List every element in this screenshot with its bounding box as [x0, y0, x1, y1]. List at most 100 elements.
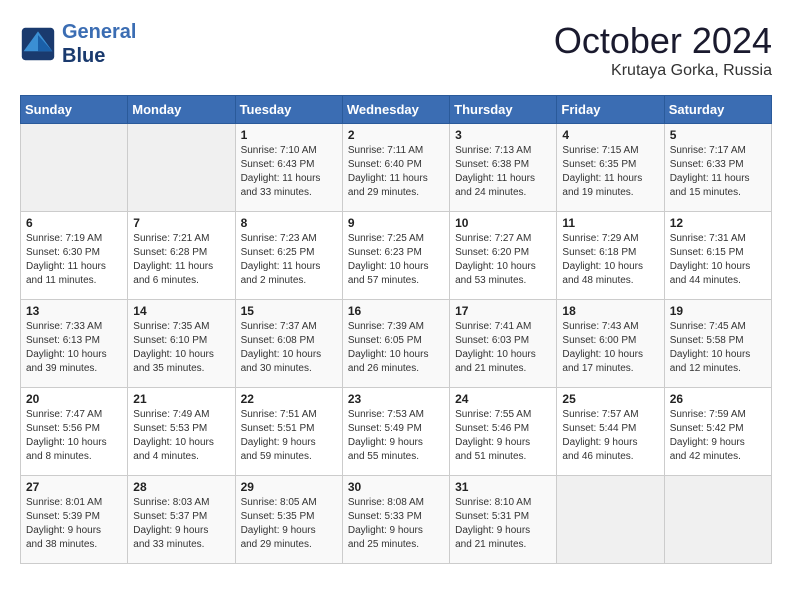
calendar-cell: 1 Sunrise: 7:10 AM Sunset: 6:43 PM Daylig…: [235, 124, 342, 212]
day-number: 15: [241, 304, 337, 318]
day-info: Sunrise: 7:45 AM Sunset: 5:58 PM Dayligh…: [670, 320, 766, 376]
calendar-cell: 13 Sunrise: 7:33 AM Sunset: 6:13 PM Dayli…: [21, 300, 128, 388]
calendar-table: SundayMondayTuesdayWednesdayThursdayFrid…: [20, 95, 772, 564]
calendar-cell: 10 Sunrise: 7:27 AM Sunset: 6:20 PM Dayli…: [450, 212, 557, 300]
day-number: 11: [562, 216, 658, 230]
day-number: 12: [670, 216, 766, 230]
weekday-header-wednesday: Wednesday: [342, 96, 449, 124]
calendar-cell: 6 Sunrise: 7:19 AM Sunset: 6:30 PM Daylig…: [21, 212, 128, 300]
calendar-cell: 11 Sunrise: 7:29 AM Sunset: 6:18 PM Dayli…: [557, 212, 664, 300]
calendar-cell: 17 Sunrise: 7:41 AM Sunset: 6:03 PM Dayli…: [450, 300, 557, 388]
weekday-header-friday: Friday: [557, 96, 664, 124]
calendar-week-row: 20 Sunrise: 7:47 AM Sunset: 5:56 PM Dayli…: [21, 388, 772, 476]
calendar-cell: 31Sunrise: 8:10 AM Sunset: 5:31 PM Dayli…: [450, 476, 557, 564]
calendar-cell: 5Sunrise: 7:17 AM Sunset: 6:33 PM Daylig…: [664, 124, 771, 212]
logo-text: General Blue: [62, 20, 136, 68]
day-info: Sunrise: 7:33 AM Sunset: 6:13 PM Dayligh…: [26, 320, 122, 376]
calendar-cell: 19 Sunrise: 7:45 AM Sunset: 5:58 PM Dayli…: [664, 300, 771, 388]
day-number: 5: [670, 128, 766, 142]
day-info: Sunrise: 8:01 AM Sunset: 5:39 PM Dayligh…: [26, 496, 122, 552]
weekday-header-saturday: Saturday: [664, 96, 771, 124]
calendar-cell: 16Sunrise: 7:39 AM Sunset: 6:05 PM Dayli…: [342, 300, 449, 388]
calendar-cell: 30Sunrise: 8:08 AM Sunset: 5:33 PM Dayli…: [342, 476, 449, 564]
day-info: Sunrise: 7:43 AM Sunset: 6:00 PM Dayligh…: [562, 320, 658, 376]
day-info: Sunrise: 7:37 AM Sunset: 6:08 PM Dayligh…: [241, 320, 337, 376]
location: Krutaya Gorka, Russia: [554, 62, 772, 80]
day-info: Sunrise: 7:19 AM Sunset: 6:30 PM Dayligh…: [26, 232, 122, 288]
day-number: 10: [455, 216, 551, 230]
day-info: Sunrise: 7:15 AM Sunset: 6:35 PM Dayligh…: [562, 144, 658, 200]
calendar-cell: 21 Sunrise: 7:49 AM Sunset: 5:53 PM Dayli…: [128, 388, 235, 476]
day-info: Sunrise: 7:49 AM Sunset: 5:53 PM Dayligh…: [133, 408, 229, 464]
day-info: Sunrise: 7:59 AM Sunset: 5:42 PM Dayligh…: [670, 408, 766, 464]
day-number: 4: [562, 128, 658, 142]
weekday-header-sunday: Sunday: [21, 96, 128, 124]
calendar-cell: 3 Sunrise: 7:13 AM Sunset: 6:38 PM Daylig…: [450, 124, 557, 212]
day-info: Sunrise: 7:10 AM Sunset: 6:43 PM Dayligh…: [241, 144, 337, 200]
day-info: Sunrise: 7:55 AM Sunset: 5:46 PM Dayligh…: [455, 408, 551, 464]
day-number: 9: [348, 216, 444, 230]
day-info: Sunrise: 8:05 AM Sunset: 5:35 PM Dayligh…: [241, 496, 337, 552]
day-number: 13: [26, 304, 122, 318]
calendar-cell: 25 Sunrise: 7:57 AM Sunset: 5:44 PM Dayli…: [557, 388, 664, 476]
day-info: Sunrise: 7:57 AM Sunset: 5:44 PM Dayligh…: [562, 408, 658, 464]
day-number: 28: [133, 480, 229, 494]
calendar-cell: [557, 476, 664, 564]
calendar-cell: 23 Sunrise: 7:53 AM Sunset: 5:49 PM Dayli…: [342, 388, 449, 476]
day-info: Sunrise: 7:11 AM Sunset: 6:40 PM Dayligh…: [348, 144, 444, 200]
calendar-cell: 20 Sunrise: 7:47 AM Sunset: 5:56 PM Dayli…: [21, 388, 128, 476]
day-number: 19: [670, 304, 766, 318]
calendar-week-row: 13 Sunrise: 7:33 AM Sunset: 6:13 PM Dayli…: [21, 300, 772, 388]
calendar-cell: 18 Sunrise: 7:43 AM Sunset: 6:00 PM Dayli…: [557, 300, 664, 388]
day-number: 14: [133, 304, 229, 318]
calendar-week-row: 1 Sunrise: 7:10 AM Sunset: 6:43 PM Daylig…: [21, 124, 772, 212]
day-info: Sunrise: 7:51 AM Sunset: 5:51 PM Dayligh…: [241, 408, 337, 464]
day-info: Sunrise: 7:47 AM Sunset: 5:56 PM Dayligh…: [26, 408, 122, 464]
day-number: 6: [26, 216, 122, 230]
calendar-cell: 29Sunrise: 8:05 AM Sunset: 5:35 PM Dayli…: [235, 476, 342, 564]
calendar-cell: 4 Sunrise: 7:15 AM Sunset: 6:35 PM Daylig…: [557, 124, 664, 212]
day-info: Sunrise: 7:29 AM Sunset: 6:18 PM Dayligh…: [562, 232, 658, 288]
day-info: Sunrise: 8:08 AM Sunset: 5:33 PM Dayligh…: [348, 496, 444, 552]
day-info: Sunrise: 7:41 AM Sunset: 6:03 PM Dayligh…: [455, 320, 551, 376]
logo: General Blue: [20, 20, 136, 68]
calendar-week-row: 27 Sunrise: 8:01 AM Sunset: 5:39 PM Dayli…: [21, 476, 772, 564]
day-info: Sunrise: 7:27 AM Sunset: 6:20 PM Dayligh…: [455, 232, 551, 288]
day-number: 1: [241, 128, 337, 142]
day-info: Sunrise: 7:53 AM Sunset: 5:49 PM Dayligh…: [348, 408, 444, 464]
day-number: 20: [26, 392, 122, 406]
calendar-cell: 26Sunrise: 7:59 AM Sunset: 5:42 PM Dayli…: [664, 388, 771, 476]
day-number: 25: [562, 392, 658, 406]
day-number: 2: [348, 128, 444, 142]
day-number: 17: [455, 304, 551, 318]
calendar-week-row: 6 Sunrise: 7:19 AM Sunset: 6:30 PM Daylig…: [21, 212, 772, 300]
day-number: 24: [455, 392, 551, 406]
title-block: October 2024 Krutaya Gorka, Russia: [554, 20, 772, 80]
calendar-cell: [664, 476, 771, 564]
calendar-cell: 28Sunrise: 8:03 AM Sunset: 5:37 PM Dayli…: [128, 476, 235, 564]
logo-icon: [20, 26, 56, 62]
calendar-cell: 8 Sunrise: 7:23 AM Sunset: 6:25 PM Daylig…: [235, 212, 342, 300]
day-number: 23: [348, 392, 444, 406]
day-number: 21: [133, 392, 229, 406]
day-info: Sunrise: 7:23 AM Sunset: 6:25 PM Dayligh…: [241, 232, 337, 288]
day-info: Sunrise: 7:31 AM Sunset: 6:15 PM Dayligh…: [670, 232, 766, 288]
weekday-header-thursday: Thursday: [450, 96, 557, 124]
calendar-cell: 9Sunrise: 7:25 AM Sunset: 6:23 PM Daylig…: [342, 212, 449, 300]
day-number: 18: [562, 304, 658, 318]
day-number: 3: [455, 128, 551, 142]
day-number: 16: [348, 304, 444, 318]
calendar-cell: [21, 124, 128, 212]
page-header: General Blue October 2024 Krutaya Gorka,…: [20, 20, 772, 80]
day-number: 8: [241, 216, 337, 230]
calendar-cell: 15 Sunrise: 7:37 AM Sunset: 6:08 PM Dayli…: [235, 300, 342, 388]
calendar-cell: 7Sunrise: 7:21 AM Sunset: 6:28 PM Daylig…: [128, 212, 235, 300]
weekday-header-monday: Monday: [128, 96, 235, 124]
day-info: Sunrise: 7:35 AM Sunset: 6:10 PM Dayligh…: [133, 320, 229, 376]
calendar-cell: 12 Sunrise: 7:31 AM Sunset: 6:15 PM Dayli…: [664, 212, 771, 300]
day-info: Sunrise: 7:13 AM Sunset: 6:38 PM Dayligh…: [455, 144, 551, 200]
day-number: 31: [455, 480, 551, 494]
day-number: 22: [241, 392, 337, 406]
day-number: 27: [26, 480, 122, 494]
calendar-cell: 22 Sunrise: 7:51 AM Sunset: 5:51 PM Dayli…: [235, 388, 342, 476]
